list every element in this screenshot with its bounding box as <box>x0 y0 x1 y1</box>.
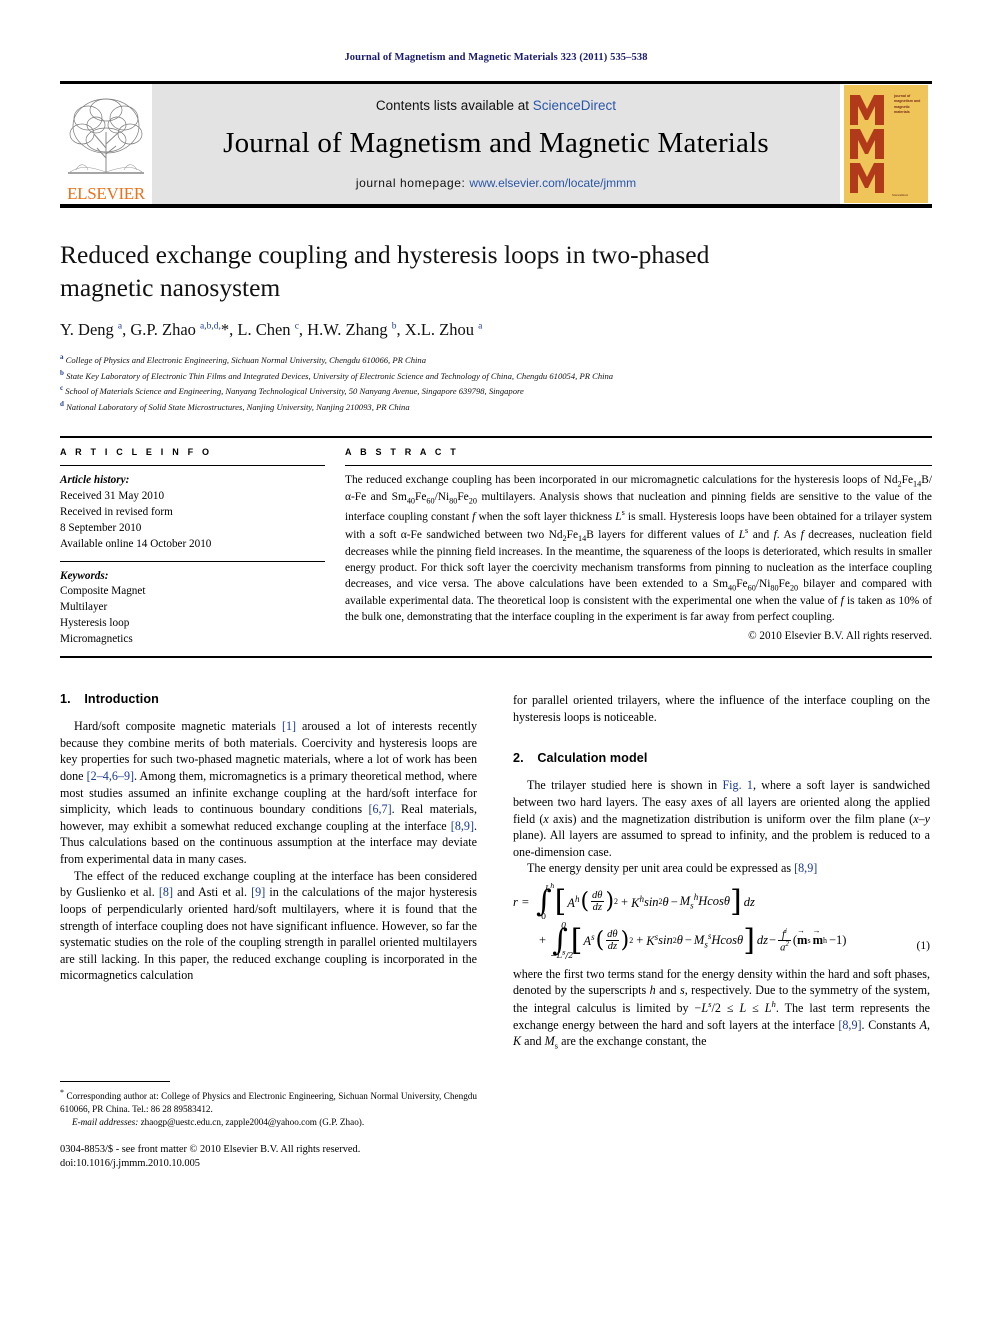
footnote-rule <box>60 1081 170 1083</box>
affiliation-mark-a: a <box>60 353 64 362</box>
keyword-3: Hysteresis loop <box>60 617 130 630</box>
journal-cover-image: journal of magnetism and magnetic materi… <box>844 85 928 203</box>
equation-line-2: + ∫ 0 −Ls/2 [ As ( dθ dz ) 2 + Ks sin 2 θ − M… <box>539 920 930 961</box>
author-list: Y. Deng a, G.P. Zhao a,b,d,*, L. Chen c,… <box>60 320 483 340</box>
affiliation-text-b: State Key Laboratory of Electronic Thin … <box>66 370 614 381</box>
derivative-fraction-2: dθ dz <box>605 929 620 953</box>
affiliation-list: a College of Physics and Electronic Engi… <box>60 352 932 414</box>
section-heading-calculation-model: 2. Calculation model <box>513 751 930 765</box>
intro-continued: for parallel oriented trilayers, where t… <box>513 693 930 724</box>
affiliation-mark-b: b <box>60 368 64 377</box>
history-line-3: 8 September 2010 <box>60 521 142 534</box>
model-paragraph-2: The energy density per unit area could b… <box>527 861 818 876</box>
right-column: for parallel oriented trilayers, where t… <box>513 692 930 1172</box>
journal-title: Journal of Magnetism and Magnetic Materi… <box>223 127 769 159</box>
elsevier-tree-icon <box>64 92 148 184</box>
left-column: 1. Introduction Hard/soft composite magn… <box>60 692 477 1172</box>
info-abstract-section: A R T I C L E I N F O A B S T R A C T Ar… <box>60 436 932 659</box>
affiliation-text-d: National Laboratory of Solid State Micro… <box>66 401 410 412</box>
sciencedirect-link[interactable]: ScienceDirect <box>533 98 616 113</box>
magnetization-vector-hard: → m <box>812 926 823 948</box>
homepage-prefix: journal homepage: <box>355 176 466 190</box>
masthead: ELSEVIER Contents lists available at Sci… <box>60 81 932 208</box>
publisher-logo: ELSEVIER <box>60 84 152 204</box>
imprint-line-1: 0304-8853/$ - see front matter © 2010 El… <box>60 1143 361 1155</box>
article-body: 1. Introduction Hard/soft composite magn… <box>60 692 932 1172</box>
affiliation-mark-d: d <box>60 399 64 408</box>
section-title-2: Calculation model <box>537 751 648 766</box>
abstract-text: The reduced exchange coupling has been i… <box>345 474 933 623</box>
abstract-copyright: © 2010 Elsevier B.V. All rights reserved… <box>748 629 932 642</box>
imprint-block: 0304-8853/$ - see front matter © 2010 El… <box>60 1143 477 1173</box>
keyword-4: Micromagnetics <box>60 633 133 646</box>
keyword-2: Multilayer <box>60 601 108 614</box>
affiliation-b: b State Key Laboratory of Electronic Thi… <box>60 368 932 383</box>
affiliation-text-a: College of Physics and Electronic Engine… <box>65 355 426 366</box>
model-paragraph-1: The trilayer studied here is shown in Fi… <box>513 778 930 859</box>
masthead-center: Contents lists available at ScienceDirec… <box>152 84 840 204</box>
section-title-1: Introduction <box>84 692 159 707</box>
model-after-equation: where the first two terms stand for the … <box>513 966 931 1051</box>
section-number-2: 2. <box>513 751 524 766</box>
integral-2-lower-limit: −Ls/2 <box>550 948 574 961</box>
article-info-column: Article history: Received 31 May 2010 Re… <box>60 465 345 656</box>
integral-sign-2: ∫ 0 −Ls/2 <box>550 920 574 961</box>
section-heading-introduction: 1. Introduction <box>60 692 477 706</box>
email-label: E-mail addresses: <box>72 1116 139 1127</box>
affiliation-c: c School of Materials Science and Engine… <box>60 383 932 398</box>
imprint-line-2: doi:10.1016/j.jmmm.2010.10.005 <box>60 1158 200 1170</box>
derivative-fraction-1: dθ dz <box>590 890 604 914</box>
integral-1-lower-limit: 0 <box>540 912 547 922</box>
history-line-2: Received in revised form <box>60 505 173 518</box>
integral-sign-1: ∫ Lh 0 <box>535 881 555 922</box>
section-number-1: 1. <box>60 692 71 707</box>
email-addresses: zhaogp@uestc.edu.cn, zapple2004@yahoo.co… <box>140 1116 365 1127</box>
article-history-label: Article history: <box>60 474 130 487</box>
affiliation-text-c: School of Materials Science and Engineer… <box>65 386 524 397</box>
integral-2-upper-limit: 0 <box>561 920 567 930</box>
journal-homepage-link[interactable]: www.elsevier.com/locate/jmmm <box>469 176 636 190</box>
affiliation-a: a College of Physics and Electronic Engi… <box>60 352 932 367</box>
article-history: Article history: Received 31 May 2010 Re… <box>60 466 325 561</box>
integral-1-upper-limit: Lh <box>544 881 555 894</box>
cover-footer-text: ScienceDirect <box>892 194 909 198</box>
coupling-fraction: fi a2 <box>778 926 791 954</box>
masthead-bottom-rule <box>60 204 932 208</box>
magnetization-vector-soft: → m <box>797 926 808 948</box>
infoabs-headings: A R T I C L E I N F O A B S T R A C T <box>60 438 932 465</box>
equation-number: (1) <box>916 939 930 953</box>
keywords-label: Keywords: <box>60 569 109 582</box>
journal-cover-thumb: journal of magnetism and magnetic materi… <box>840 84 932 204</box>
cover-title-text: journal of magnetism and magnetic materi… <box>894 94 921 115</box>
journal-homepage-line: journal homepage: www.elsevier.com/locat… <box>356 176 636 190</box>
article-page: Journal of Magnetism and Magnetic Materi… <box>0 0 992 1323</box>
keywords-block: Keywords: Composite Magnet Multilayer Hy… <box>60 562 325 657</box>
page-title: Reduced exchange coupling and hysteresis… <box>60 240 710 303</box>
affiliation-d: d National Laboratory of Solid State Mic… <box>60 399 932 414</box>
elsevier-wordmark: ELSEVIER <box>67 184 145 203</box>
footnote-block: * Corresponding author at: College of Ph… <box>60 1081 477 1172</box>
intro-paragraph-1: Hard/soft composite magnetic materials [… <box>60 719 477 867</box>
article-info-heading: A R T I C L E I N F O <box>60 447 213 458</box>
mmm-logo-icon <box>850 93 898 200</box>
equation-1: r = ∫ Lh 0 [ Ah ( dθ dz ) 2 + Kh sin 2 θ − Msh… <box>513 881 930 961</box>
keyword-1: Composite Magnet <box>60 585 146 598</box>
corresponding-author-note: * Corresponding author at: College of Ph… <box>60 1088 477 1115</box>
title-block: Reduced exchange coupling and hysteresis… <box>60 238 932 414</box>
abstract-column: The reduced exchange coupling has been i… <box>345 465 932 656</box>
contents-prefix: Contents lists available at <box>375 98 530 113</box>
contents-available-line: Contents lists available at ScienceDirec… <box>376 98 616 113</box>
running-head: Journal of Magnetism and Magnetic Materi… <box>344 52 648 63</box>
email-note: E-mail addresses: zhaogp@uestc.edu.cn, z… <box>60 1116 477 1129</box>
abstract-heading: A B S T R A C T <box>345 447 459 458</box>
equation-line-1: r = ∫ Lh 0 [ Ah ( dθ dz ) 2 + Kh sin 2 θ − Msh… <box>513 881 755 922</box>
history-line-1: Received 31 May 2010 <box>60 489 165 502</box>
affiliation-mark-c: c <box>60 384 64 393</box>
history-line-4: Available online 14 October 2010 <box>60 537 212 550</box>
infoabs-bottom-rule <box>60 656 932 659</box>
intro-paragraph-2: The effect of the reduced exchange coupl… <box>60 868 477 983</box>
